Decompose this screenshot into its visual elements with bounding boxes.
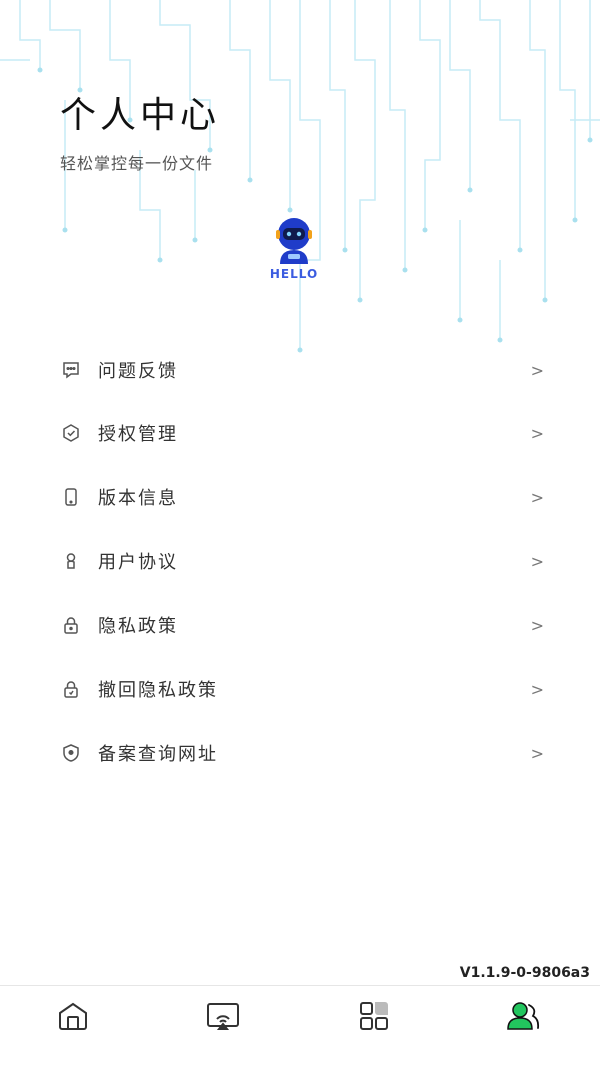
tab-home[interactable] <box>53 996 93 1036</box>
chevron-right-icon: > <box>530 487 544 507</box>
chevron-right-icon: > <box>530 743 544 763</box>
home-icon <box>59 1002 87 1030</box>
bottom-tab-bar <box>0 985 600 1066</box>
menu-item-revoke-privacy[interactable]: 撤回隐私政策 > <box>60 657 550 721</box>
profile-icon <box>507 1002 540 1030</box>
cast-screen-icon <box>207 1003 239 1030</box>
chevron-right-icon: > <box>530 551 544 571</box>
menu-item-label: 备案查询网址 <box>98 744 218 765</box>
authorization-icon <box>60 422 82 444</box>
lock-icon <box>60 614 82 636</box>
menu-item-label: 隐私政策 <box>98 616 178 637</box>
version-label: V1.1.9-0-9806a3 <box>459 965 590 981</box>
menu-item-version[interactable]: 版本信息 > <box>60 465 550 529</box>
user-agreement-icon <box>60 550 82 572</box>
menu-item-feedback[interactable]: 问题反馈 > <box>60 338 550 402</box>
tab-cast[interactable] <box>203 996 243 1036</box>
menu-item-label: 用户协议 <box>98 552 178 573</box>
shield-icon <box>60 742 82 764</box>
unlock-icon <box>60 678 82 700</box>
chevron-right-icon: > <box>530 360 544 380</box>
menu-item-filing-query[interactable]: 备案查询网址 > <box>60 721 550 785</box>
menu-item-label: 问题反馈 <box>98 361 178 382</box>
page-title: 个人中心 <box>60 95 221 136</box>
chevron-right-icon: > <box>530 423 544 443</box>
mascot-hello-label: HELLO <box>269 267 319 281</box>
chevron-right-icon: > <box>530 679 544 699</box>
page-header: 个人中心 <box>60 86 220 138</box>
chevron-right-icon: > <box>530 615 544 635</box>
feedback-icon <box>60 359 82 381</box>
menu-item-label: 授权管理 <box>98 424 178 445</box>
circuit-background <box>0 0 600 353</box>
page-subtitle: 轻松掌控每一份文件 <box>60 154 214 173</box>
menu-item-user-agreement[interactable]: 用户协议 > <box>60 529 550 593</box>
tab-profile[interactable] <box>504 996 544 1036</box>
menu-item-authorization[interactable]: 授权管理 > <box>60 401 550 465</box>
menu-item-label: 撤回隐私政策 <box>98 680 218 701</box>
menu-item-privacy-policy[interactable]: 隐私政策 > <box>60 593 550 657</box>
tab-apps[interactable] <box>354 996 394 1036</box>
menu-item-label: 版本信息 <box>98 488 178 509</box>
phone-icon <box>60 486 82 508</box>
apps-grid-icon <box>360 1002 388 1030</box>
